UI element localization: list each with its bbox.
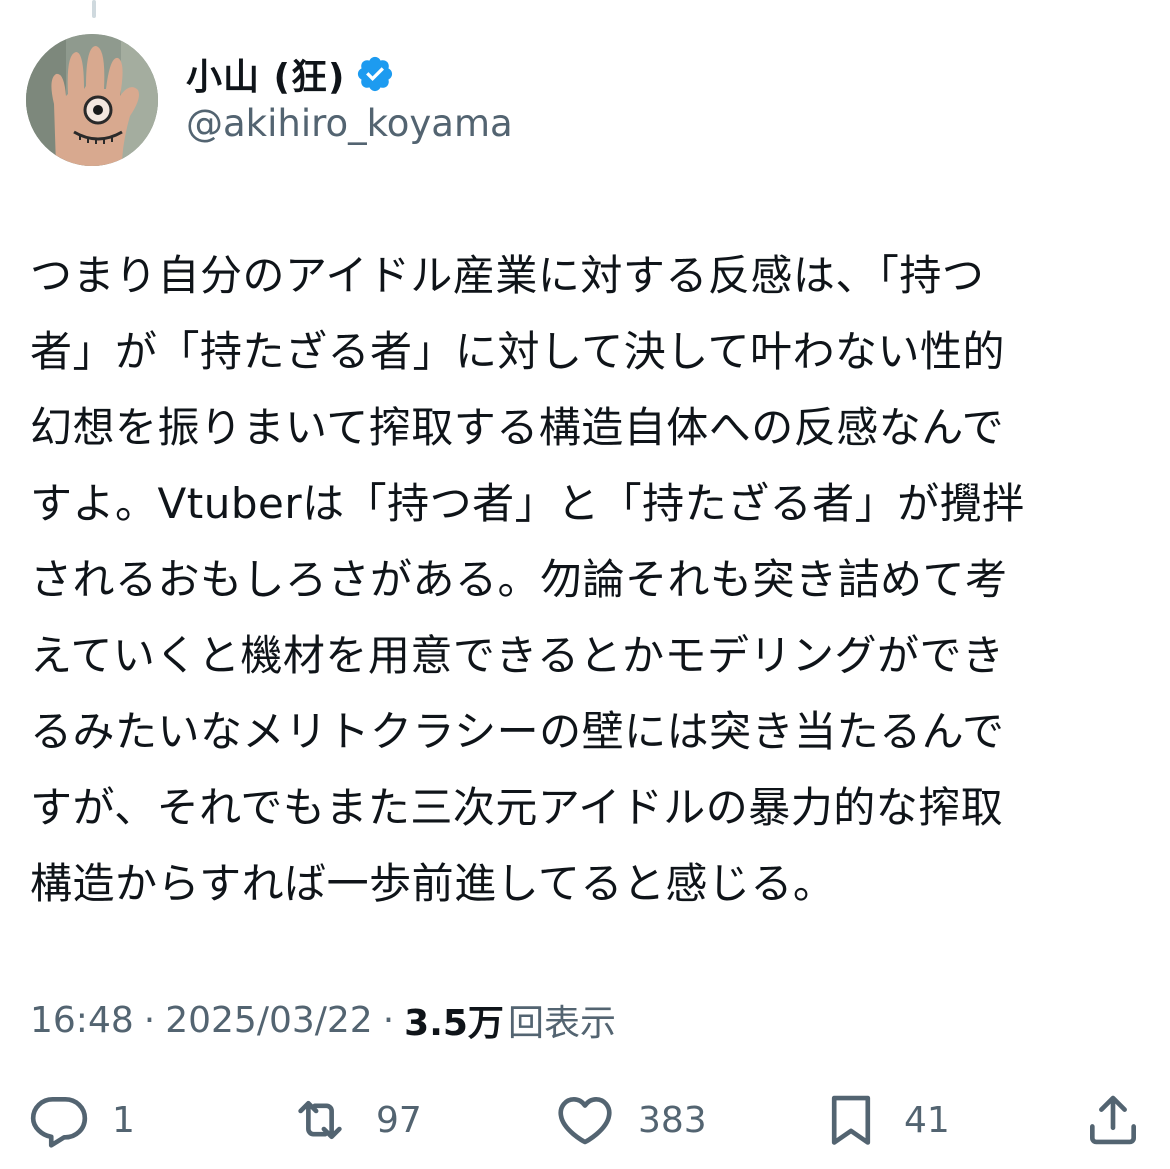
reply-icon — [30, 1097, 88, 1148]
bookmark-count: 41 — [904, 1099, 950, 1141]
reply-count: 1 — [112, 1099, 135, 1141]
tweet-time[interactable]: 16:48 — [30, 1000, 134, 1041]
author-display-name[interactable]: 小山 (狂) — [186, 48, 345, 100]
meta-separator: · — [382, 999, 395, 1041]
tweet-text-line: つまり自分のアイドル産業に対する反感は、「持つ — [30, 251, 985, 300]
action-bar: 1 97 383 41 — [0, 1085, 1170, 1155]
tweet-text-line: 幻想を振りまいて搾取する構造自体への反感なんで — [30, 403, 1005, 452]
share-icon — [1090, 1095, 1136, 1145]
tweet-meta: 16:48 · 2025/03/22 · 3.5万 回表示 — [30, 990, 616, 1050]
heart-icon — [558, 1097, 612, 1145]
like-button[interactable]: 383 — [554, 1085, 707, 1155]
views-label: 回表示 — [507, 1003, 616, 1044]
author-handle[interactable]: @akihiro_koyama — [186, 102, 513, 145]
avatar-image — [26, 34, 158, 166]
like-count: 383 — [638, 1099, 707, 1141]
bookmark-icon — [831, 1095, 871, 1145]
avatar[interactable] — [26, 34, 158, 166]
tweet-text-line: すが、それでもまた三次元アイドルの暴力的な搾取 — [30, 783, 1004, 832]
retweet-button[interactable]: 97 — [286, 1085, 422, 1155]
tweet-text-line: すよ。Vtuberは「持つ者」と「持たざる者」が攪拌 — [30, 479, 1025, 528]
meta-separator: · — [143, 999, 156, 1041]
tweet-text-line: えていくと機材を用意できるとかモデリングができ — [30, 631, 1005, 680]
verified-badge-icon — [358, 56, 393, 92]
retweet-icon — [298, 1100, 342, 1140]
share-button[interactable] — [1082, 1085, 1144, 1155]
tweet-text: つまり自分のアイドル産業に対する反感は、「持つ 者」が「持たざる者」に対して決し… — [30, 238, 1145, 922]
tweet-text-line: されるおもしろさがある。勿論それも突き詰めて考 — [30, 555, 1008, 604]
tweet-date[interactable]: 2025/03/22 — [165, 1000, 373, 1041]
retweet-count: 97 — [376, 1099, 422, 1141]
tweet-text-line: 構造からすれば一歩前進してると感じる。 — [30, 859, 836, 908]
tweet-text-line: るみたいなメリトクラシーの壁には突き当たるんで — [30, 707, 1005, 756]
reply-button[interactable]: 1 — [28, 1085, 135, 1155]
thread-connector-line — [92, 0, 96, 18]
views-count[interactable]: 3.5万 — [404, 994, 504, 1046]
author-name-row[interactable]: 小山 (狂) — [186, 44, 395, 104]
tweet-text-line: 者」が「持たざる者」に対して決して叶わない性的 — [30, 327, 1005, 376]
bookmark-button[interactable]: 41 — [820, 1085, 950, 1155]
